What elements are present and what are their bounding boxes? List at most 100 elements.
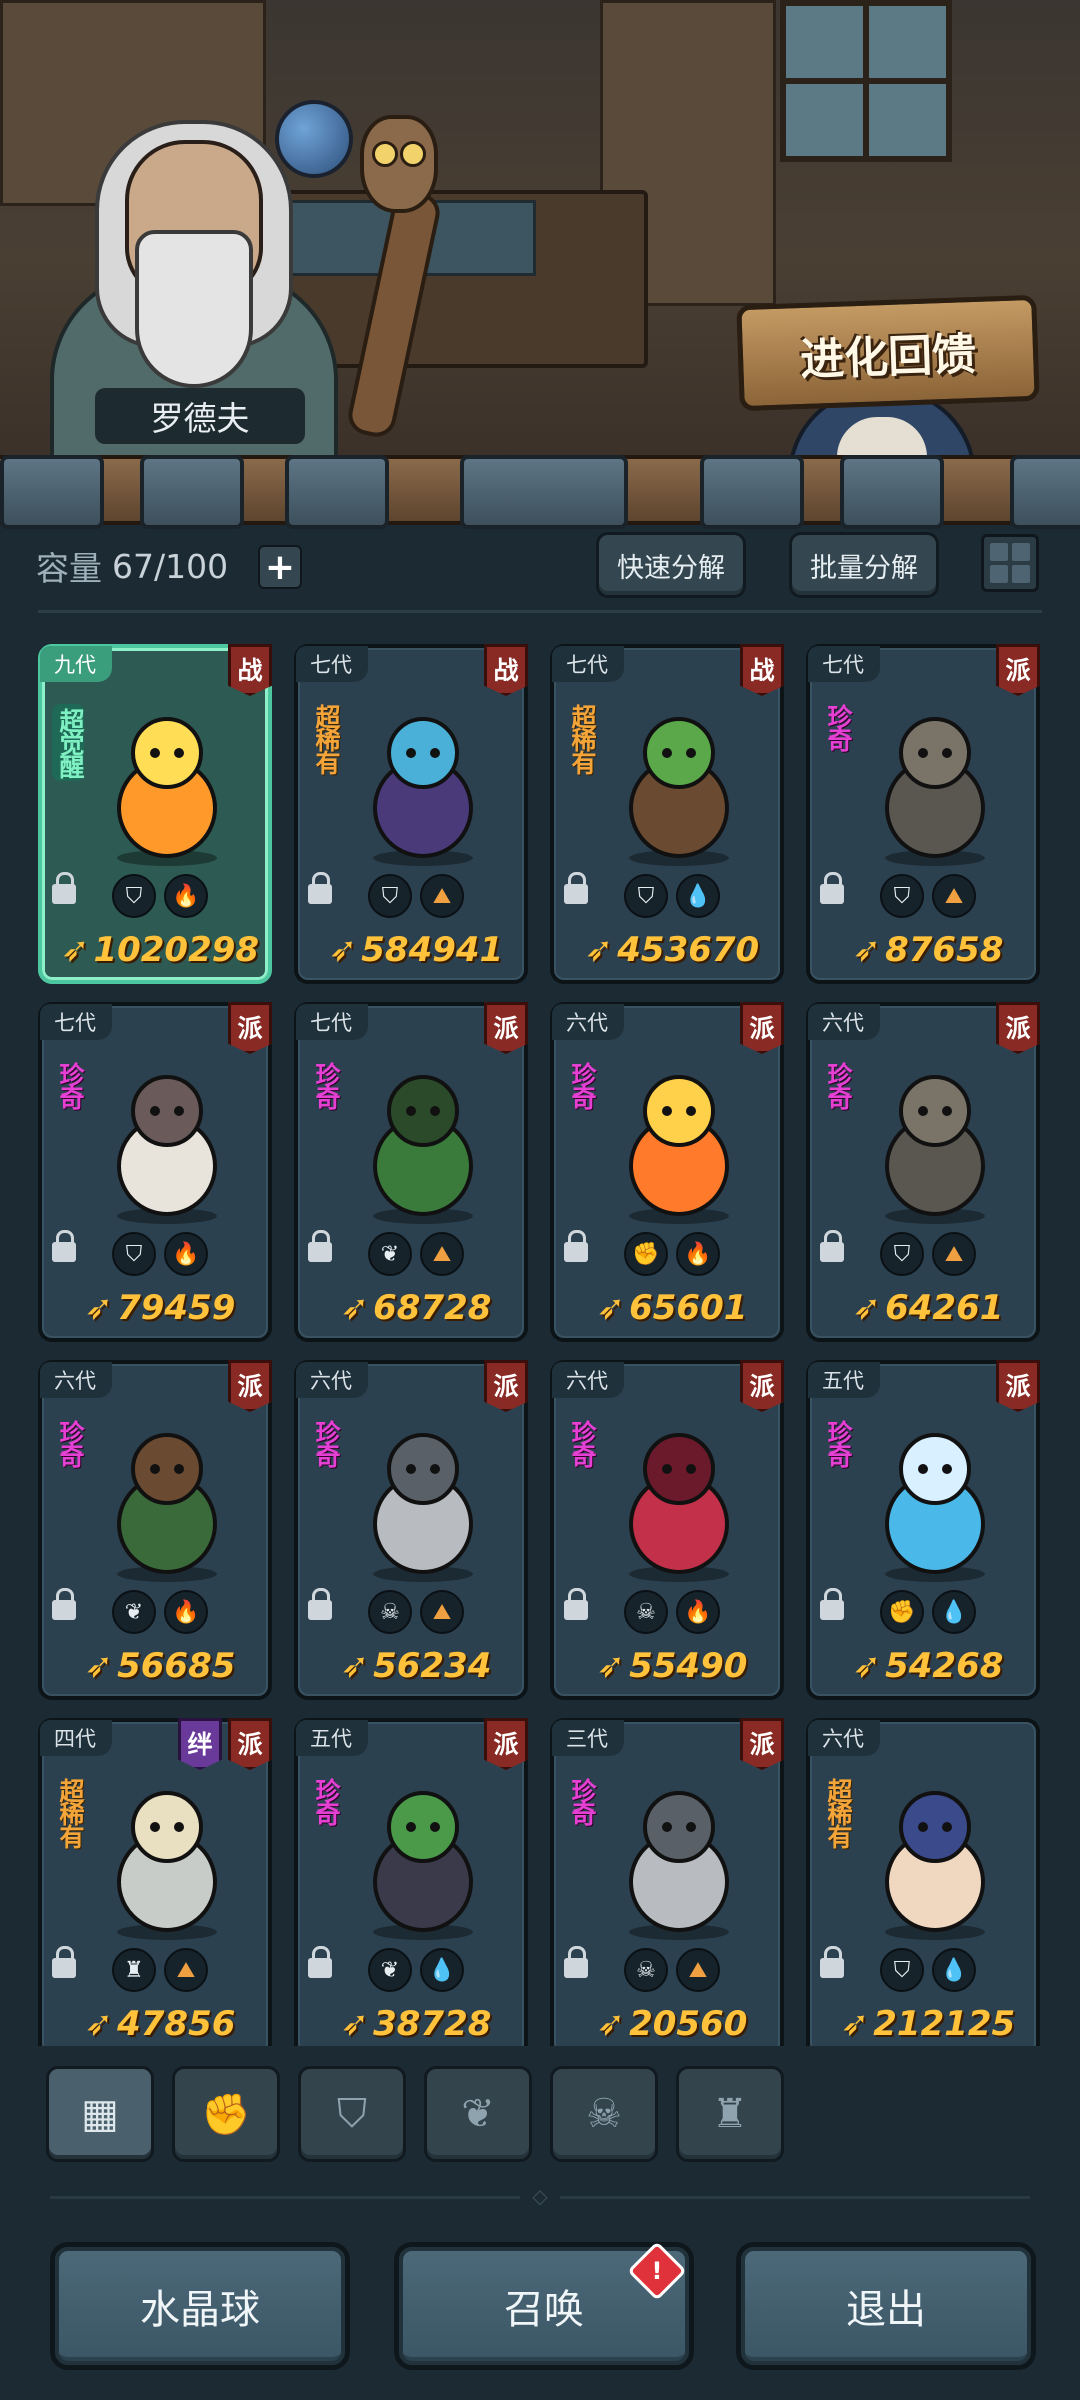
power-icon: ➶ — [596, 2004, 626, 2044]
shield-icon: ⛉ — [337, 2091, 367, 2137]
monster-card[interactable]: 七代 派珍奇 ⛉ ⛰ ➶ 87658 — [806, 644, 1040, 984]
generation-label: 六代 — [40, 1362, 112, 1398]
lock-icon[interactable] — [308, 1230, 332, 1262]
batch-decompose-button[interactable]: 批量分解 — [789, 532, 939, 598]
bunny-girl-monster — [860, 1772, 1010, 1942]
lock-icon[interactable] — [52, 1946, 76, 1978]
combat-power: ➶ 56685 — [50, 1644, 270, 1688]
monster-card[interactable]: 六代 派珍奇 ✊ 🔥 ➶ 65601 — [550, 1002, 784, 1342]
power-icon: ➶ — [840, 2004, 870, 2044]
beam-clamp — [0, 455, 104, 529]
combat-power: ➶ 584941 — [306, 928, 526, 972]
power-value: 54268 — [885, 1646, 1004, 1686]
generation-label: 六代 — [552, 1004, 624, 1040]
tree-mask-monster — [604, 698, 754, 868]
faction-tag: 派 — [996, 1360, 1040, 1412]
leaf-icon: ❦ — [461, 2091, 495, 2137]
lock-icon[interactable] — [820, 1230, 844, 1262]
monster-card[interactable]: 六代 派珍奇 ⛉ ⛰ ➶ 64261 — [806, 1002, 1040, 1342]
attribute-icons: ♜ ⛰ — [112, 1948, 208, 1992]
attribute-icons: ⛉ 🔥 — [112, 1232, 208, 1276]
combat-power: ➶ 212125 — [818, 2002, 1038, 2046]
lock-icon[interactable] — [52, 872, 76, 904]
monster-card[interactable]: 三代 派珍奇 ☠ ⛰ ➶ 20560 — [550, 1718, 784, 2046]
power-value: 56234 — [373, 1646, 492, 1686]
lock-icon[interactable] — [820, 872, 844, 904]
crystal-ball-button[interactable]: 水晶球 — [50, 2242, 350, 2370]
filter-fist[interactable]: ✊ — [172, 2066, 280, 2162]
faction-tag: 派 — [484, 1002, 528, 1054]
lock-icon[interactable] — [564, 1588, 588, 1620]
filter-skull[interactable]: ☠ — [550, 2066, 658, 2162]
lock-icon[interactable] — [308, 1588, 332, 1620]
generation-label: 七代 — [296, 1004, 368, 1040]
monster-card[interactable]: 七代战超稀有 ⛉ ⛰ ➶ 584941 — [294, 644, 528, 984]
rarity-label: 超稀有 — [56, 1778, 85, 1847]
power-value: 87658 — [885, 930, 1004, 970]
study-room-scene: 罗德夫 进化回馈 — [0, 0, 1080, 470]
blocks-icon: ▦ — [81, 2091, 119, 2137]
faction-tag: 派 — [740, 1002, 784, 1054]
power-value: 55490 — [629, 1646, 748, 1686]
earth-element-icon: ⛰ — [420, 1590, 464, 1634]
water-element-icon: 💧 — [932, 1590, 976, 1634]
generation-label: 四代 — [40, 1720, 112, 1756]
power-icon: ➶ — [852, 930, 882, 970]
filter-all[interactable]: ▦ — [46, 2066, 154, 2162]
power-icon: ➶ — [852, 1288, 882, 1328]
attribute-icons: ❦ 💧 — [368, 1948, 464, 1992]
combat-power: ➶ 79459 — [50, 1286, 270, 1330]
lock-icon[interactable] — [564, 1230, 588, 1262]
power-value: 68728 — [373, 1288, 492, 1328]
filter-leaf[interactable]: ❦ — [424, 2066, 532, 2162]
armored-rat-monster — [92, 1772, 242, 1942]
treant-monster — [92, 1414, 242, 1584]
rock-golem-monster — [860, 1056, 1010, 1226]
monster-card[interactable]: 五代 派珍奇 ❦ 💧 ➶ 38728 — [294, 1718, 528, 2046]
attribute-icons: ❦ ⛰ — [368, 1232, 464, 1276]
helm-class-icon: ♜ — [112, 1948, 156, 1992]
lock-icon[interactable] — [564, 1946, 588, 1978]
rarity-label: 珍奇 — [824, 1062, 853, 1108]
monster-card[interactable]: 五代 派珍奇 ✊ 💧 ➶ 54268 — [806, 1360, 1040, 1700]
exit-button[interactable]: 退出 — [736, 2242, 1036, 2370]
lock-icon[interactable] — [564, 872, 588, 904]
attribute-icons: ⛉ ⛰ — [880, 874, 976, 918]
lock-icon[interactable] — [308, 872, 332, 904]
skull-class-icon: ☠ — [368, 1590, 412, 1634]
lock-icon[interactable] — [820, 1588, 844, 1620]
grid-view-icon[interactable] — [981, 534, 1039, 592]
fire-element-icon: 🔥 — [676, 1232, 720, 1276]
monster-card[interactable]: 七代战超稀有 ⛉ 💧 ➶ 453670 — [550, 644, 784, 984]
faction-tag: 派 — [484, 1718, 528, 1770]
beam-clamp — [460, 455, 628, 529]
generation-label: 五代 — [296, 1720, 368, 1756]
evolution-reward-button[interactable]: 进化回馈 — [736, 294, 1040, 412]
beam-clamp — [700, 455, 804, 529]
generation-label: 三代 — [552, 1720, 624, 1756]
lock-icon[interactable] — [820, 1946, 844, 1978]
power-value: 20560 — [629, 2004, 748, 2044]
lock-icon[interactable] — [308, 1946, 332, 1978]
filter-helm[interactable]: ♜ — [676, 2066, 784, 2162]
monster-card[interactable]: 六代 派珍奇 ☠ ⛰ ➶ 56234 — [294, 1360, 528, 1700]
monster-card[interactable]: 六代 派珍奇 ❦ 🔥 ➶ 56685 — [38, 1360, 272, 1700]
quick-decompose-button[interactable]: 快速分解 — [596, 532, 746, 598]
leaf-class-icon: ❦ — [368, 1948, 412, 1992]
monster-card-grid: 九代战超觉醒 ⛉ 🔥 ➶ 1020298 七代战超稀有 ⛉ ⛰ ➶ 584941 七代战超稀有 ⛉ 💧 ➶… — [38, 644, 1042, 2046]
monster-card[interactable]: 七代 派珍奇 ⛉ 🔥 ➶ 79459 — [38, 1002, 272, 1342]
monster-card[interactable]: 九代 战超觉醒 ⛉ 🔥 ➶ 1020298 — [38, 644, 272, 984]
monster-card[interactable]: 七代 派珍奇 ❦ ⛰ ➶ 68728 — [294, 1002, 528, 1342]
water-element-icon: 💧 — [420, 1948, 464, 1992]
add-capacity-button[interactable]: + — [258, 545, 302, 589]
monster-card[interactable]: 六代 超稀有 ⛉ 💧 ➶ 212125 — [806, 1718, 1040, 2046]
red-dragon-monster — [604, 1414, 754, 1584]
bond-tag: 绊 — [178, 1718, 222, 1770]
generation-label: 七代 — [808, 646, 880, 682]
monster-card[interactable]: 四代 绊派超稀有 ♜ ⛰ ➶ 47856 — [38, 1718, 272, 2046]
filter-shield[interactable]: ⛉ — [298, 2066, 406, 2162]
lock-icon[interactable] — [52, 1588, 76, 1620]
monster-card[interactable]: 六代 派珍奇 ☠ 🔥 ➶ 55490 — [550, 1360, 784, 1700]
lock-icon[interactable] — [52, 1230, 76, 1262]
fire-spirit-monster — [92, 698, 242, 868]
